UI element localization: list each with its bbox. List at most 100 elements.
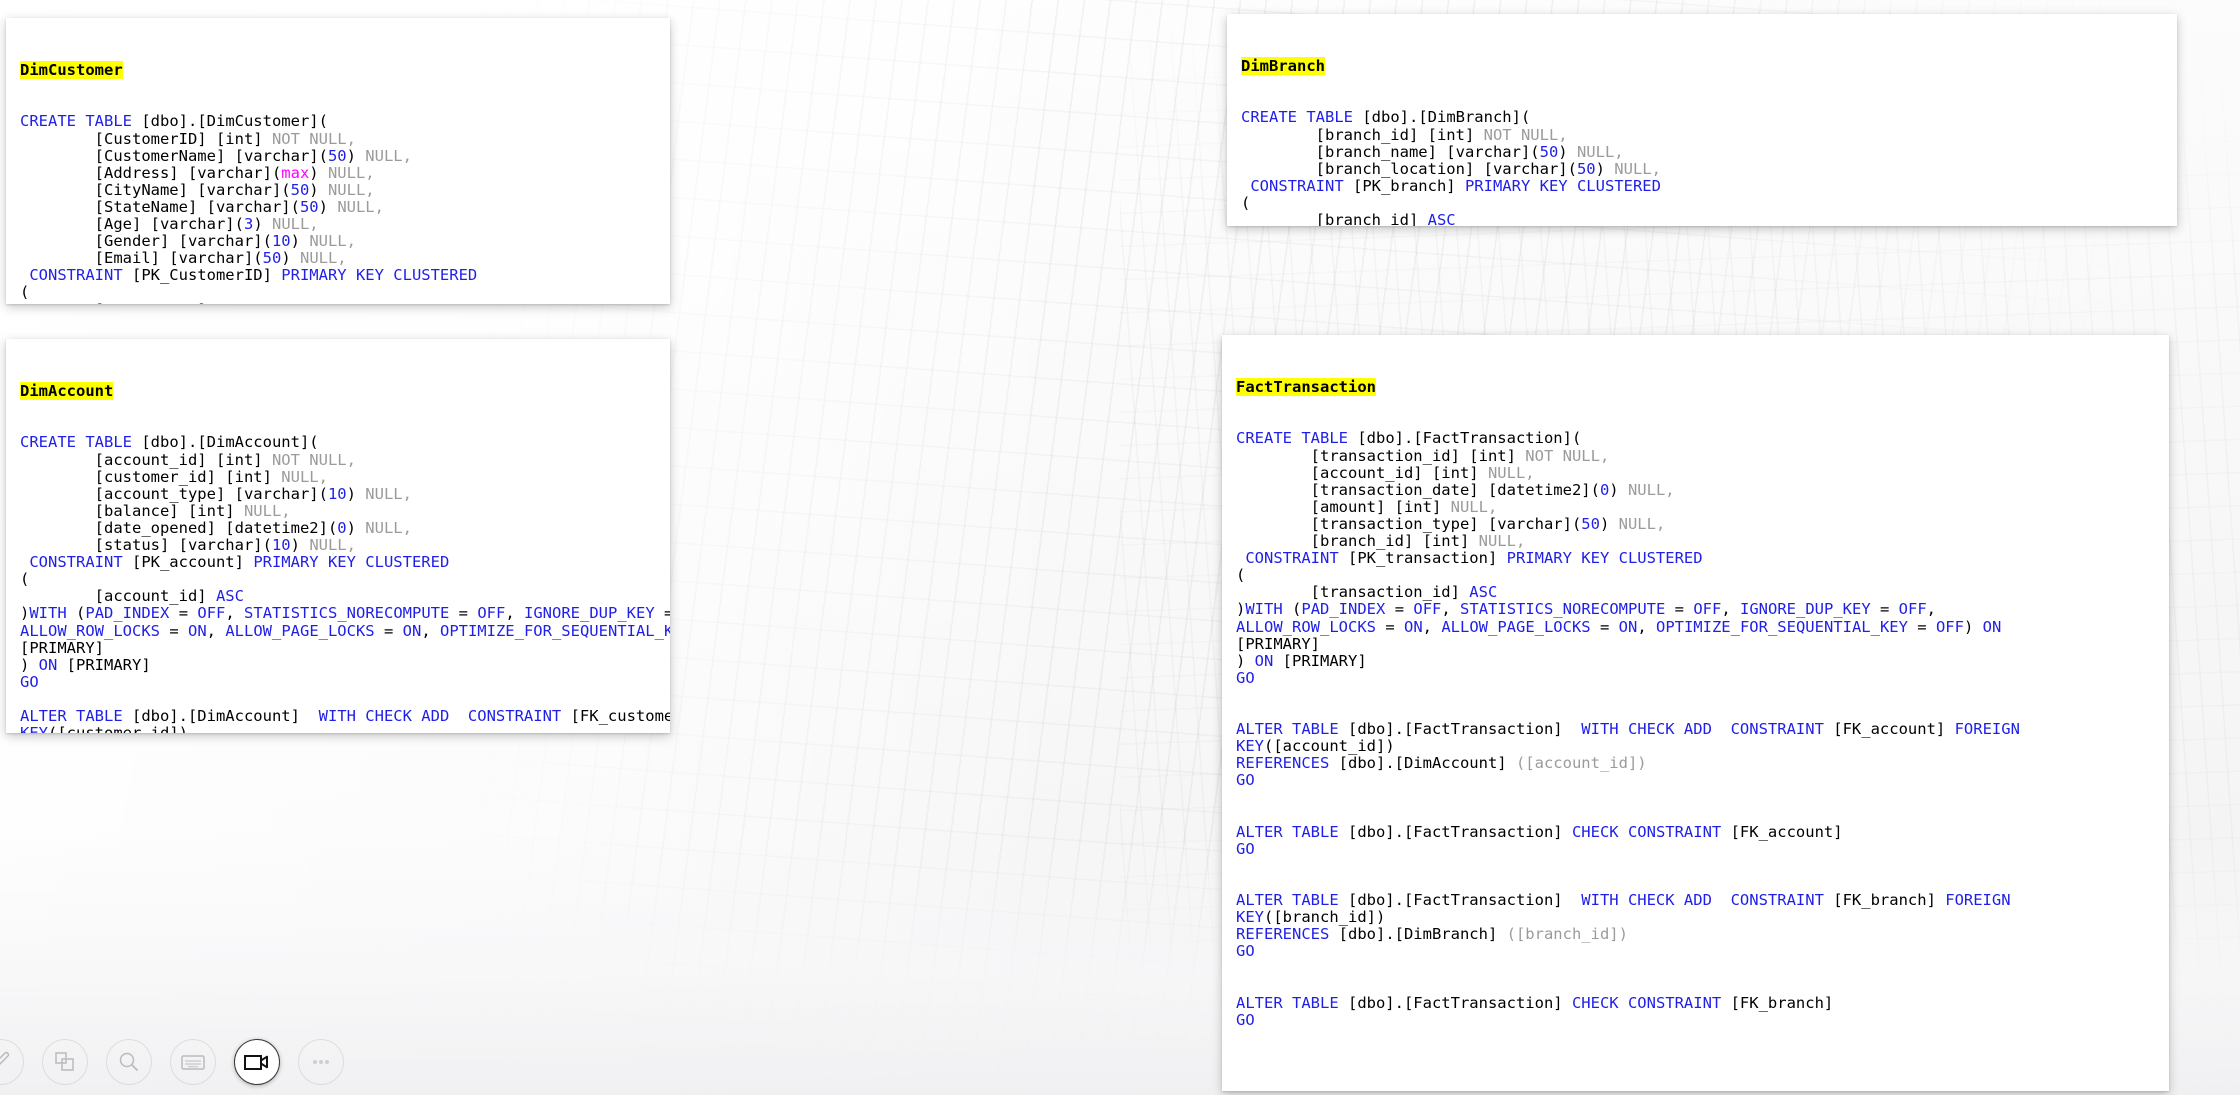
- code-line: ) ON [PRIMARY]: [20, 655, 151, 674]
- code-line: CREATE TABLE [dbo].[DimCustomer](: [20, 112, 328, 131]
- code-line: ALTER TABLE [dbo].[FactTransaction] CHEC…: [1236, 822, 1843, 841]
- code-line: ) ON [PRIMARY]: [1236, 651, 1367, 670]
- code-line: [CustomerName] [varchar](50) NULL,: [20, 146, 412, 165]
- keyboard-button[interactable]: [170, 1039, 216, 1085]
- code-line: )WITH (PAD_INDEX = OFF, STATISTICS_NOREC…: [20, 604, 670, 623]
- code-line: [branch_id] ASC: [1241, 211, 1456, 226]
- code-line: [Address] [varchar](max) NULL,: [20, 163, 375, 182]
- code-line: GO: [1236, 771, 1255, 790]
- code-lines-dim-branch: CREATE TABLE [dbo].[DimBranch]( [branch_…: [1241, 109, 2177, 226]
- code-line: [balance] [int] NULL,: [20, 501, 291, 520]
- code-line: CONSTRAINT [PK_account] PRIMARY KEY CLUS…: [20, 553, 450, 572]
- code-line: REFERENCES [dbo].[DimBranch] ([branch_id…: [1236, 925, 1628, 944]
- code-line: ALTER TABLE [dbo].[DimAccount] WITH CHEC…: [20, 706, 670, 725]
- code-line: [branch_location] [varchar](50) NULL,: [1241, 159, 1661, 178]
- code-line: (: [1241, 193, 1251, 212]
- magnifier-button[interactable]: [106, 1039, 152, 1085]
- code-line: [PRIMARY]: [20, 638, 104, 657]
- keyboard-icon: [181, 1055, 205, 1070]
- code-line: GO: [20, 672, 39, 691]
- code-line: [transaction_type] [varchar](50) NULL,: [1236, 514, 1666, 533]
- code-line: [Age] [varchar](3) NULL,: [20, 215, 319, 234]
- code-lines-dim-account: CREATE TABLE [dbo].[DimAccount]( [accoun…: [20, 434, 670, 733]
- pen-button[interactable]: [0, 1039, 24, 1085]
- code-line: KEY([account_id]): [1236, 737, 1395, 756]
- code-line: [transaction_date] [datetime2](0) NULL,: [1236, 480, 1675, 499]
- code-line: ALTER TABLE [dbo].[FactTransaction] WITH…: [1236, 891, 2011, 909]
- code-line: (: [20, 570, 30, 589]
- code-line: GO: [1236, 839, 1255, 858]
- code-panel-dim-customer: DimCustomer CREATE TABLE [dbo].[DimCusto…: [6, 18, 670, 304]
- copy-button[interactable]: [42, 1039, 88, 1085]
- code-line: [status] [varchar](10) NULL,: [20, 536, 356, 555]
- code-line: GO: [1236, 942, 1255, 961]
- code-line: (: [1236, 566, 1246, 585]
- code-block-dim-branch: DimBranch CREATE TABLE [dbo].[DimBranch]…: [1227, 24, 2177, 226]
- camera-icon: [244, 1055, 268, 1070]
- panel-title-dim-branch: DimBranch: [1241, 57, 1325, 76]
- code-line: [account_id] [int] NOT NULL,: [20, 450, 356, 469]
- code-line: [account_id] ASC: [20, 587, 244, 606]
- code-line: [date_opened] [datetime2](0) NULL,: [20, 518, 412, 537]
- code-line: CREATE TABLE [dbo].[DimAccount](: [20, 433, 319, 452]
- code-line: KEY([customer_id]): [20, 725, 670, 733]
- code-line: [transaction_id] [int] NOT NULL,: [1236, 446, 1610, 465]
- code-lines-fact-transaction: CREATE TABLE [dbo].[FactTransaction]( [t…: [1236, 430, 2169, 1028]
- code-line: [account_type] [varchar](10) NULL,: [20, 484, 412, 503]
- pen-icon: [0, 1051, 10, 1065]
- code-panel-fact-transaction: FactTransaction CREATE TABLE [dbo].[Fact…: [1222, 335, 2169, 1091]
- code-block-dim-account: DimAccount CREATE TABLE [dbo].[DimAccoun…: [6, 349, 670, 733]
- code-panel-dim-branch: DimBranch CREATE TABLE [dbo].[DimBranch]…: [1227, 14, 2177, 226]
- code-line: CONSTRAINT [PK_CustomerID] PRIMARY KEY C…: [20, 266, 478, 285]
- code-line: ALTER TABLE [dbo].[FactTransaction] WITH…: [1236, 720, 2020, 739]
- code-lines-dim-customer: CREATE TABLE [dbo].[DimCustomer]( [Custo…: [20, 113, 670, 304]
- code-line: [Email] [varchar](50) NULL,: [20, 249, 347, 268]
- code-line: [branch_id] [int] NOT NULL,: [1241, 125, 1568, 144]
- camera-button[interactable]: [234, 1039, 280, 1085]
- more-icon: [313, 1060, 329, 1064]
- code-line: [customer_id] [int] NULL,: [20, 467, 328, 486]
- magnifier-icon: [119, 1052, 139, 1072]
- code-line: ALLOW_ROW_LOCKS = ON, ALLOW_PAGE_LOCKS =…: [20, 621, 670, 640]
- panel-title-dim-customer: DimCustomer: [20, 61, 123, 80]
- code-line: [branch_name] [varchar](50) NULL,: [1241, 142, 1624, 161]
- code-line: REFERENCES [dbo].[DimAccount] ([account_…: [1236, 754, 1647, 773]
- code-line: GO: [1236, 1010, 1255, 1029]
- code-line: ALLOW_ROW_LOCKS = ON, ALLOW_PAGE_LOCKS =…: [1236, 617, 2002, 636]
- code-line: CONSTRAINT [PK_branch] PRIMARY KEY CLUST…: [1241, 176, 1661, 195]
- code-block-dim-customer: DimCustomer CREATE TABLE [dbo].[DimCusto…: [6, 28, 670, 304]
- code-line: (: [20, 283, 30, 302]
- code-line: [amount] [int] NULL,: [1236, 497, 1498, 516]
- code-line: CREATE TABLE [dbo].[DimBranch](: [1241, 108, 1531, 127]
- code-line: [Gender] [varchar](10) NULL,: [20, 232, 356, 251]
- copy-icon: [55, 1052, 74, 1071]
- panel-title-dim-account: DimAccount: [20, 382, 114, 401]
- code-line: [CustomerID] ASC: [20, 301, 670, 304]
- code-line: [account_id] [int] NULL,: [1236, 463, 1535, 482]
- more-button[interactable]: [298, 1039, 344, 1085]
- code-block-fact-transaction: FactTransaction CREATE TABLE [dbo].[Fact…: [1222, 345, 2169, 1063]
- code-panel-dim-account: DimAccount CREATE TABLE [dbo].[DimAccoun…: [6, 339, 670, 733]
- code-line: ALTER TABLE [dbo].[FactTransaction] CHEC…: [1236, 993, 1834, 1012]
- floating-toolbar: [0, 1039, 344, 1085]
- code-line: GO: [1236, 668, 1255, 687]
- code-line: [StateName] [varchar](50) NULL,: [20, 197, 384, 216]
- code-line: [transaction_id] ASC: [1236, 583, 1498, 602]
- code-line: [CustomerID] [int] NOT NULL,: [20, 129, 356, 148]
- code-line: KEY([branch_id]): [1236, 908, 1386, 927]
- code-line: )WITH (PAD_INDEX = OFF, STATISTICS_NOREC…: [1236, 600, 1937, 619]
- code-line: CONSTRAINT [PK_transaction] PRIMARY KEY …: [1236, 549, 1703, 568]
- code-line: [branch_id] [int] NULL,: [1236, 532, 1526, 551]
- panel-title-fact-transaction: FactTransaction: [1236, 378, 1376, 397]
- slide-canvas: DimCustomer CREATE TABLE [dbo].[DimCusto…: [0, 0, 2240, 1095]
- code-line: [PRIMARY]: [1236, 634, 1320, 653]
- code-line: [CityName] [varchar](50) NULL,: [20, 180, 375, 199]
